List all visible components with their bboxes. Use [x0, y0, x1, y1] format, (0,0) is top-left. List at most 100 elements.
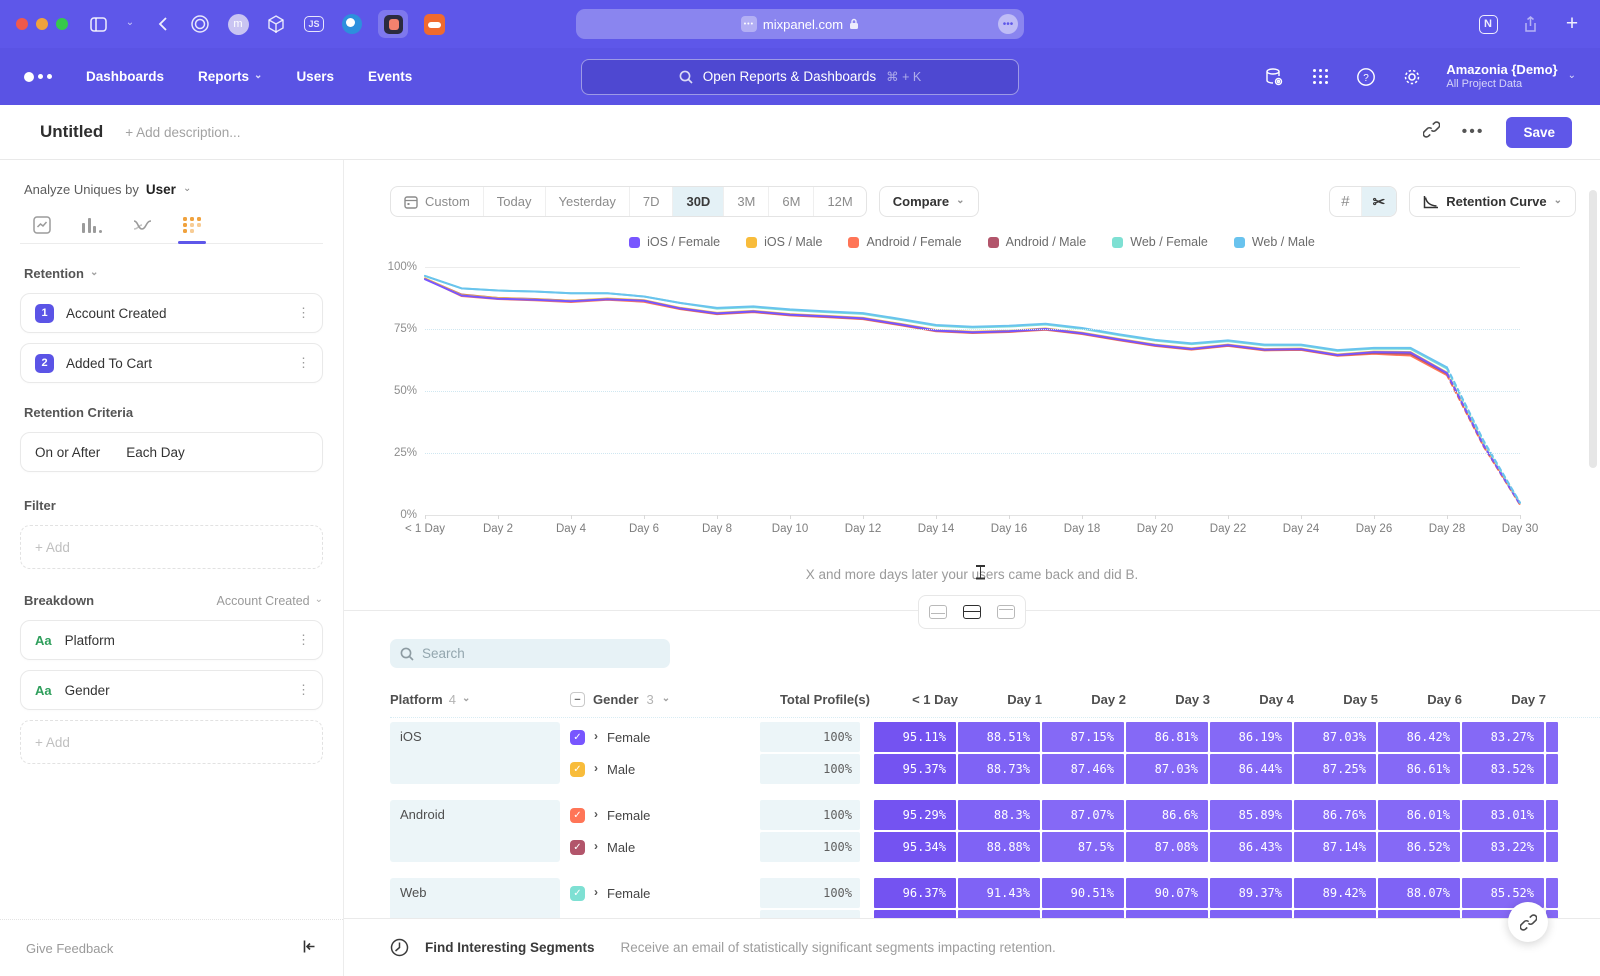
retention-value-cell[interactable]: 86.43% [1210, 832, 1292, 862]
step-card-added-to-cart[interactable]: 2 Added To Cart ⋮ [20, 343, 323, 383]
series-checkbox[interactable]: ✓ [570, 886, 585, 901]
retention-section-label[interactable]: Retention [24, 266, 84, 281]
retention-value-cell[interactable]: 86.61% [1378, 754, 1460, 784]
report-title[interactable]: Untitled [40, 122, 103, 142]
retention-value-cell[interactable]: 87.03% [1126, 754, 1208, 784]
settings-gear-icon[interactable] [1400, 65, 1424, 89]
series-checkbox[interactable]: ✓ [570, 730, 585, 745]
retention-value-cell[interactable]: 83.22% [1462, 832, 1544, 862]
clip-data-toggle-icon[interactable]: ✂ [1361, 187, 1397, 216]
tab-icon-avatar[interactable]: m [226, 12, 250, 36]
annotations-toggle-icon[interactable]: # [1330, 187, 1360, 216]
tab-insights-icon[interactable] [30, 219, 54, 243]
retention-value-cell[interactable]: 87.15% [1042, 722, 1124, 752]
give-feedback-link[interactable]: Give Feedback [26, 941, 113, 956]
retention-value-cell[interactable]: 90.07% [1126, 878, 1208, 908]
retention-value-cell[interactable]: 87.25% [1294, 754, 1376, 784]
day-column-header[interactable]: Day 6 [1388, 692, 1472, 707]
collapse-sidebar-icon[interactable] [301, 939, 317, 957]
step-kebab-icon[interactable]: ⋮ [297, 305, 310, 321]
legend-item[interactable]: Android / Male [988, 235, 1087, 249]
retention-criteria-card[interactable]: On or After Each Day [20, 432, 323, 472]
retention-value-cell[interactable]: 86.6% [1126, 800, 1208, 830]
url-bar[interactable]: ••• mixpanel.com ••• [576, 9, 1024, 39]
range-today[interactable]: Today [483, 187, 545, 216]
breakdown-card-gender[interactable]: Aa Gender ⋮ [20, 670, 323, 710]
legend-item[interactable]: iOS / Male [746, 235, 822, 249]
total-profiles-header[interactable]: Total Profile(s) [770, 692, 870, 707]
legend-item[interactable]: Web / Female [1112, 235, 1208, 249]
retention-value-cell[interactable]: 95.34% [874, 832, 956, 862]
nav-users[interactable]: Users [296, 69, 334, 84]
criteria-each-day[interactable]: Each Day [126, 445, 185, 460]
minimize-window-button[interactable] [36, 18, 48, 30]
retention-value-cell[interactable]: 95.29% [874, 800, 956, 830]
tab-icon-cube[interactable] [264, 12, 288, 36]
criteria-on-or-after[interactable]: On or After [35, 445, 100, 460]
breakdown-target-dropdown[interactable]: Account Created ⌄ [217, 594, 324, 608]
notion-icon[interactable]: N [1476, 12, 1500, 36]
breakdown-card-platform[interactable]: Aa Platform ⋮ [20, 620, 323, 660]
mixpanel-logo[interactable] [24, 72, 52, 82]
new-tab-icon[interactable]: + [1560, 12, 1584, 36]
retention-value-cell[interactable]: 88.51% [958, 722, 1040, 752]
tab-retention-icon[interactable] [180, 219, 204, 243]
range-12m[interactable]: 12M [813, 187, 865, 216]
retention-value-cell[interactable]: 88.73% [958, 754, 1040, 784]
retention-value-cell[interactable]: 88.07% [1378, 878, 1460, 908]
retention-value-cell[interactable]: 83.27% [1462, 722, 1544, 752]
day-column-header[interactable]: Day 7 [1472, 692, 1556, 707]
sidebar-toggle-icon[interactable] [86, 12, 110, 36]
retention-value-cell[interactable]: 89.37% [1210, 878, 1292, 908]
tab-flows-icon[interactable] [130, 219, 154, 243]
retention-value-cell[interactable]: 96.37% [874, 878, 956, 908]
step-kebab-icon[interactable]: ⋮ [297, 355, 310, 371]
tab-icon-js[interactable]: JS [302, 12, 326, 36]
save-button[interactable]: Save [1506, 117, 1572, 148]
tab-icon-soundcloud[interactable] [422, 12, 446, 36]
day-column-header[interactable]: < 1 Day [884, 692, 968, 707]
step-card-account-created[interactable]: 1 Account Created ⋮ [20, 293, 323, 333]
expand-row-icon[interactable]: › [594, 761, 598, 775]
retention-value-cell[interactable]: 87.03% [1294, 722, 1376, 752]
zoom-window-button[interactable] [56, 18, 68, 30]
retention-value-cell[interactable]: 88.3% [958, 800, 1040, 830]
retention-value-cell[interactable]: 87.14% [1294, 832, 1376, 862]
retention-value-cell[interactable]: 87.08% [1126, 832, 1208, 862]
retention-value-cell[interactable]: 87.5% [1042, 832, 1124, 862]
table-search-input[interactable]: Search [390, 639, 670, 668]
share-link-fab[interactable] [1508, 902, 1548, 942]
retention-value-cell[interactable]: 89.42% [1294, 878, 1376, 908]
breakdown-kebab-icon[interactable]: ⋮ [297, 632, 310, 648]
series-checkbox[interactable]: ✓ [570, 840, 585, 855]
apps-grid-icon[interactable] [1308, 65, 1332, 89]
expand-row-icon[interactable]: › [594, 807, 598, 821]
account-menu[interactable]: Amazonia {Demo} All Project Data ⌄ [1446, 62, 1576, 92]
day-column-header[interactable]: Day 1 [968, 692, 1052, 707]
legend-item[interactable]: Web / Male [1234, 235, 1315, 249]
day-column-header[interactable]: Day 4 [1220, 692, 1304, 707]
series-checkbox[interactable]: ✓ [570, 808, 585, 823]
legend-item[interactable]: Android / Female [848, 235, 961, 249]
legend-item[interactable]: iOS / Female [629, 235, 720, 249]
range-7d[interactable]: 7D [629, 187, 673, 216]
platform-column-header[interactable]: Platform 4 ⌄ [390, 692, 560, 707]
retention-value-cell[interactable]: 86.44% [1210, 754, 1292, 784]
share-icon[interactable] [1518, 12, 1542, 36]
platform-cell[interactable]: Android [390, 800, 560, 862]
nav-reports[interactable]: Reports⌄ [198, 69, 262, 84]
nav-dashboards[interactable]: Dashboards [86, 69, 164, 84]
report-description-placeholder[interactable]: + Add description... [125, 125, 240, 140]
segments-title[interactable]: Find Interesting Segments [425, 940, 595, 955]
retention-value-cell[interactable]: 83.52% [1462, 754, 1544, 784]
range-6m[interactable]: 6M [768, 187, 813, 216]
retention-value-cell[interactable]: 87.46% [1042, 754, 1124, 784]
breakdown-kebab-icon[interactable]: ⋮ [297, 682, 310, 698]
retention-value-cell[interactable]: 87.07% [1042, 800, 1124, 830]
day-column-header[interactable]: Day 2 [1052, 692, 1136, 707]
range-30d[interactable]: 30D [672, 187, 723, 216]
retention-value-cell[interactable]: 86.81% [1126, 722, 1208, 752]
data-management-icon[interactable] [1262, 65, 1286, 89]
retention-value-cell[interactable]: 88.88% [958, 832, 1040, 862]
help-icon[interactable]: ? [1354, 65, 1378, 89]
